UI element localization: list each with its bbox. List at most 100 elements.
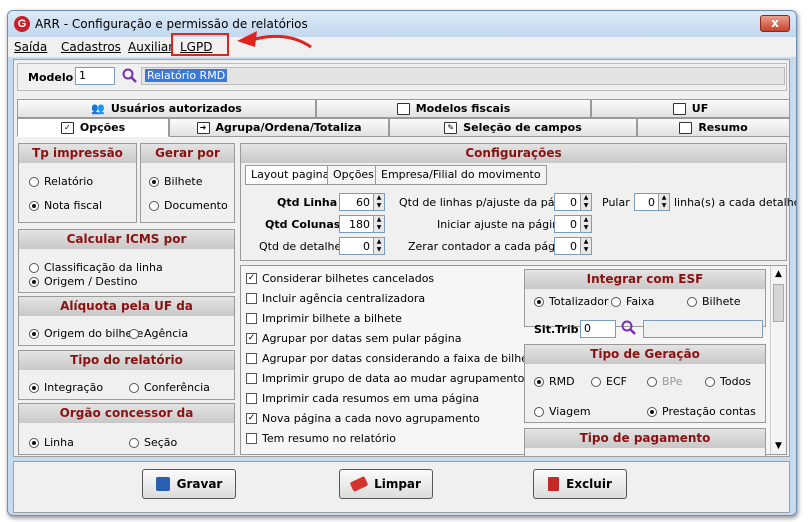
radio-documento[interactable]: Documento — [149, 199, 228, 212]
radio-faixa[interactable]: Faixa — [611, 295, 654, 308]
checkbox-agrupar-datas[interactable]: ✓ Agrupar por datas sem pular página — [246, 332, 461, 345]
tab-label: Opções — [79, 121, 126, 134]
radio-linha[interactable]: Linha — [29, 436, 74, 449]
button-bar: Gravar Limpar Excluir — [13, 461, 790, 513]
button-label: Limpar — [374, 477, 421, 491]
spinner-arrows-icon[interactable]: ▲ ▼ — [373, 194, 384, 210]
panel-title: Configurações — [241, 144, 786, 163]
tab-label: UF — [691, 102, 709, 115]
zerar-contador-spinner[interactable]: 0 ▲ ▼ — [554, 237, 592, 255]
modelo-label: Modelo — [28, 71, 74, 84]
radio-integracao[interactable]: Integração — [29, 381, 103, 394]
iniciar-ajuste-spinner[interactable]: 0 ▲ ▼ — [554, 215, 592, 233]
checkbox-tem-resumo[interactable]: Tem resumo no relatório — [246, 432, 396, 445]
radio-esf-bilhete[interactable]: Bilhete — [687, 295, 740, 308]
checkbox-icon: ✓ — [60, 121, 74, 134]
radio-ecf[interactable]: ECF — [591, 375, 627, 388]
spinner-arrows-icon[interactable]: ▲ ▼ — [580, 216, 591, 232]
radio-todos[interactable]: Todos — [705, 375, 751, 388]
button-label: Excluir — [566, 477, 612, 491]
subtab-layout-pagina[interactable]: Layout pagina — [245, 165, 336, 185]
radio-nota-fiscal[interactable]: Nota fiscal — [29, 199, 102, 212]
qtd-colunas-spinner[interactable]: 180 ▲ ▼ — [339, 215, 385, 233]
checkbox-agrupar-faixa[interactable]: Agrupar por datas considerando a faixa d… — [246, 352, 545, 365]
tab-modelos-fiscais[interactable]: Modelos fiscais — [316, 99, 591, 118]
modelo-code-input[interactable]: 1 — [75, 67, 115, 85]
checkbox-label: Tem resumo no relatório — [262, 432, 396, 445]
limpar-button[interactable]: Limpar — [339, 469, 433, 499]
spinner-arrows-icon[interactable]: ▲ ▼ — [580, 238, 591, 254]
excluir-button[interactable]: Excluir — [533, 469, 627, 499]
menu-saida[interactable]: Saída — [14, 40, 47, 54]
radio-origem-bilhete[interactable]: Origem do bilhete — [29, 327, 143, 340]
spinner-arrows-icon[interactable]: ▲ ▼ — [373, 216, 384, 232]
linhas-ajuste-label: Qtd de linhas p/ajuste da página — [399, 196, 579, 209]
radio-classificacao[interactable]: Classificação da linha — [29, 261, 163, 274]
radio-bilhete[interactable]: Bilhete — [149, 175, 202, 188]
radio-rmd[interactable]: RMD — [534, 375, 575, 388]
subtab-empresa-filial[interactable]: Empresa/Filial do movimento — [375, 165, 547, 185]
radio-label: Linha — [44, 436, 74, 449]
panel-title: Integrar com ESF — [525, 270, 765, 289]
document-icon — [679, 121, 693, 134]
checkbox-nova-pagina[interactable]: ✓ Nova página a cada novo agrupamento — [246, 412, 480, 425]
radio-agencia[interactable]: Agência — [129, 327, 188, 340]
panel-title: Gerar por — [141, 144, 234, 163]
checkbox-agencia-centralizadora[interactable]: Incluir agência centralizadora — [246, 292, 425, 305]
tab-opcoes[interactable]: ✓ Opções — [17, 118, 169, 137]
orgao-panel: Orgão concessor da Linha Seção — [18, 403, 235, 455]
radio-bpe[interactable]: BPe — [647, 375, 683, 388]
spinner-arrows-icon[interactable]: ▲ ▼ — [658, 194, 669, 210]
tab-selecao-campos[interactable]: ✎ Seleção de campos — [389, 118, 637, 137]
checkbox-bilhete-a-bilhete[interactable]: Imprimir bilhete a bilhete — [246, 312, 402, 325]
radio-secao[interactable]: Seção — [129, 436, 177, 449]
qtd-colunas-label: Qtd Colunas — [265, 218, 341, 231]
scroll-thumb[interactable] — [773, 284, 784, 322]
radio-conferencia[interactable]: Conferência — [129, 381, 210, 394]
tab-agrupa[interactable]: ➜ Agrupa/Ordena/Totaliza — [169, 118, 389, 137]
trash-icon — [548, 477, 560, 491]
tab-resumo[interactable]: Resumo — [637, 118, 790, 137]
close-button[interactable]: x — [760, 15, 790, 32]
sit-trib-input[interactable]: 0 — [580, 320, 616, 338]
menu-cadastros[interactable]: Cadastros — [61, 40, 121, 54]
pular-spinner[interactable]: 0 ▲ ▼ — [634, 193, 670, 211]
search-icon[interactable] — [122, 68, 138, 84]
subtab-opcoes[interactable]: Opções — [327, 165, 380, 185]
spinner-value: 180 — [349, 217, 370, 231]
vertical-scrollbar[interactable]: ▲ ▼ — [770, 266, 786, 454]
qtd-linha-spinner[interactable]: 60 ▲ ▼ — [339, 193, 385, 211]
radio-totalizador[interactable]: Totalizador — [534, 295, 609, 308]
radio-label: Totalizador — [549, 295, 609, 308]
pular-suffix-label: linha(s) a cada detalhe — [674, 196, 797, 209]
checkbox-bilhetes-cancelados[interactable]: ✓ Considerar bilhetes cancelados — [246, 272, 434, 285]
tab-uf[interactable]: UF — [591, 99, 790, 118]
spinner-arrows-icon[interactable]: ▲ ▼ — [373, 238, 384, 254]
radio-origem-destino[interactable]: Origem / Destino — [29, 275, 137, 288]
panel-title: Tipo do relatório — [19, 351, 234, 370]
menu-auxiliar[interactable]: Auxiliar — [128, 40, 173, 54]
radio-relatorio[interactable]: Relatório — [29, 175, 93, 188]
checkbox-label: Imprimir grupo de data ao mudar agrupame… — [262, 372, 525, 385]
qtd-detalhes-spinner[interactable]: 0 ▲ ▼ — [339, 237, 385, 255]
pular-label: Pular — [602, 196, 630, 209]
checkbox-icon — [246, 433, 257, 444]
scroll-up-icon[interactable]: ▲ — [771, 269, 786, 279]
scroll-down-icon[interactable]: ▼ — [771, 441, 786, 451]
users-icon: 👥 — [91, 102, 105, 115]
checkbox-label: Incluir agência centralizadora — [262, 292, 426, 305]
spinner-arrows-icon[interactable]: ▲ ▼ — [580, 194, 591, 210]
tab-usuarios-autorizados[interactable]: 👥 Usuários autorizados — [17, 99, 316, 118]
radio-viagem[interactable]: Viagem — [534, 405, 591, 418]
panel-title: Tp impressão — [19, 144, 136, 163]
checkbox-icon — [246, 293, 257, 304]
checkbox-resumos-pagina[interactable]: Imprimir cada resumos em uma página — [246, 392, 479, 405]
checkbox-grupo-data[interactable]: Imprimir grupo de data ao mudar agrupame… — [246, 372, 524, 385]
panel-title: Orgão concessor da — [19, 404, 234, 423]
main-window: G ARR - Configuração e permissão de rela… — [7, 10, 797, 516]
search-icon[interactable] — [621, 320, 637, 336]
radio-prestacao-contas[interactable]: Prestação contas — [647, 405, 756, 418]
linhas-ajuste-spinner[interactable]: 0 ▲ ▼ — [554, 193, 592, 211]
gravar-button[interactable]: Gravar — [142, 469, 236, 499]
panel-title: Alíquota pela UF da — [19, 297, 234, 316]
